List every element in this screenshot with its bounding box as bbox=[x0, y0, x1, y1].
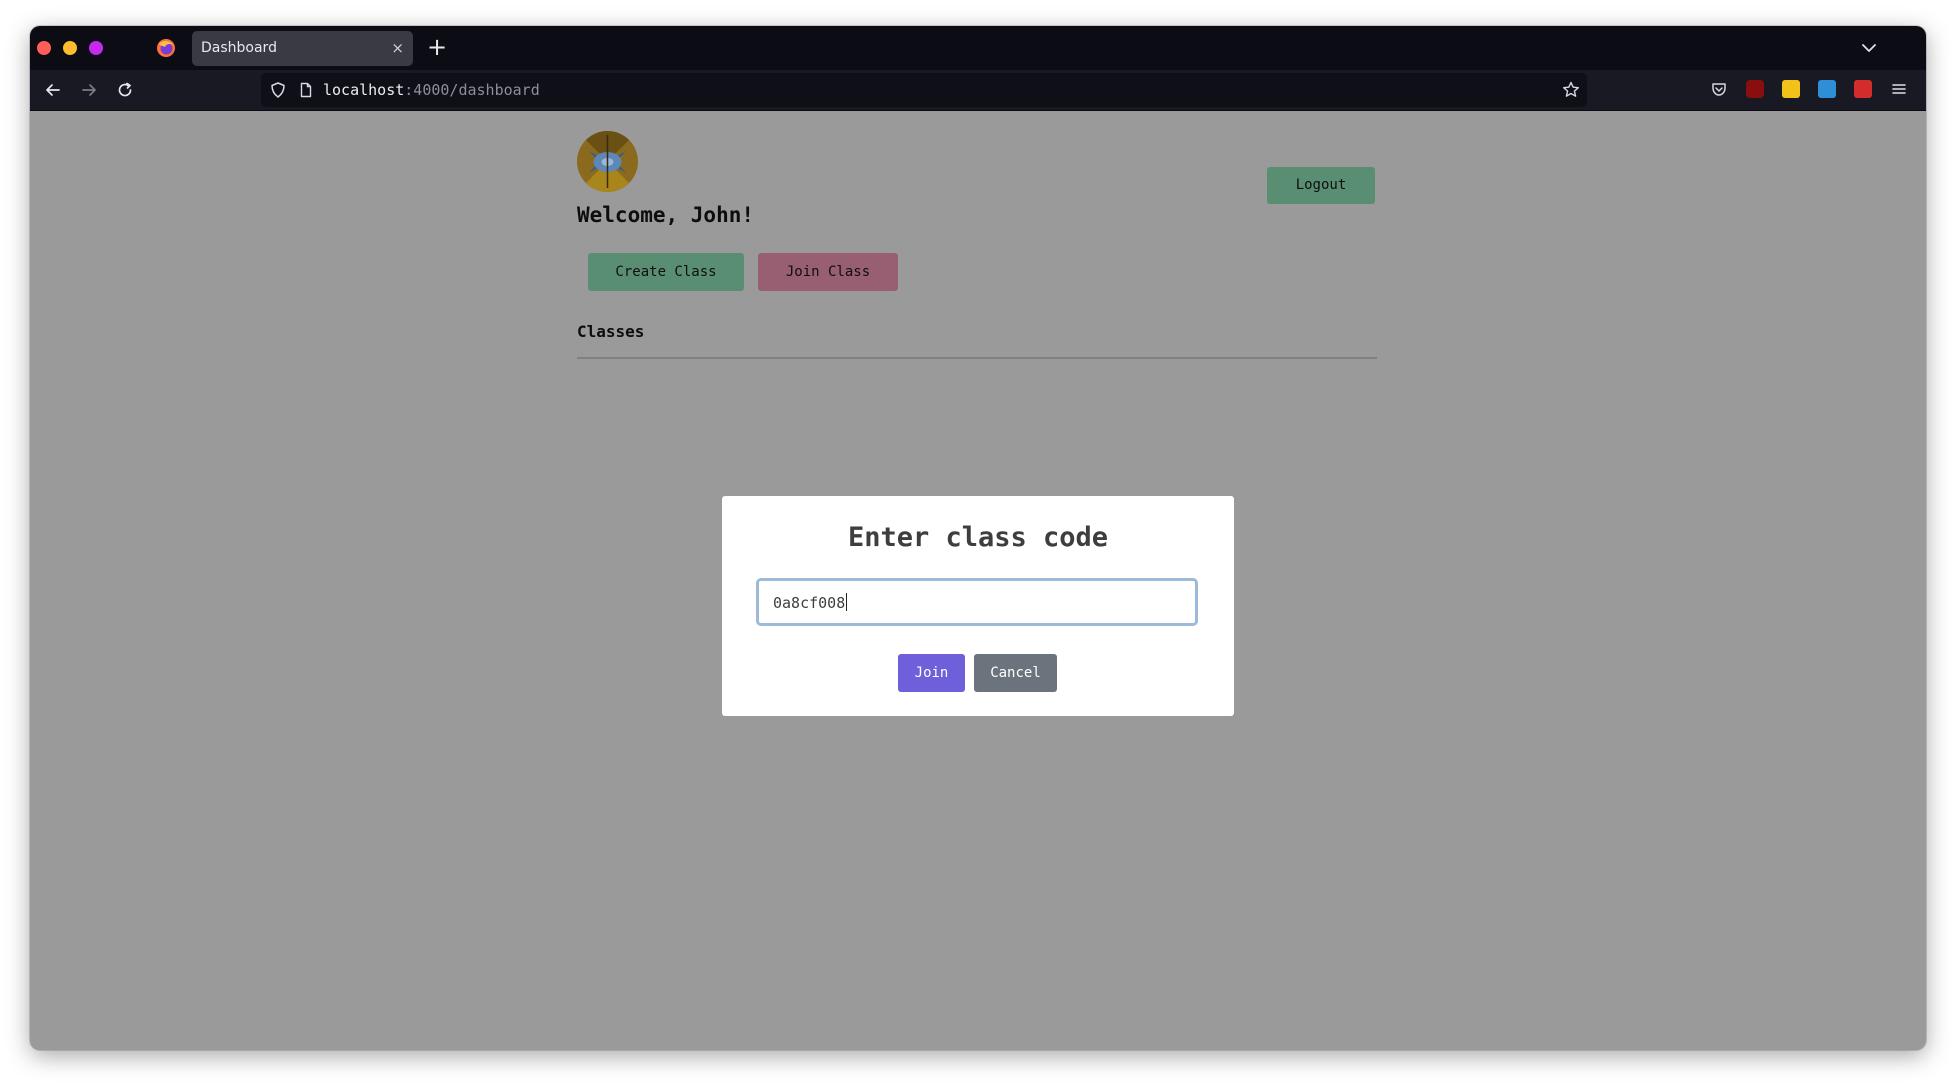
pocket-icon[interactable] bbox=[1710, 80, 1728, 98]
firefox-logo bbox=[157, 39, 175, 57]
create-class-button[interactable]: Create Class bbox=[588, 253, 744, 291]
class-code-value[interactable]: 0a8cf008 bbox=[773, 593, 848, 612]
avatar-image bbox=[577, 131, 638, 192]
classes-divider bbox=[577, 357, 1377, 359]
browser-window: Dashboard × + localhost:4000/dashboard W… bbox=[30, 26, 1926, 1050]
classes-heading: Classes bbox=[577, 322, 645, 341]
menu-icon[interactable] bbox=[1890, 80, 1908, 98]
url-text[interactable]: localhost:4000/dashboard bbox=[323, 81, 540, 99]
ublock-icon[interactable] bbox=[1746, 80, 1764, 98]
cancel-button[interactable]: Cancel bbox=[974, 654, 1057, 692]
tab-list-chevron-icon[interactable] bbox=[1859, 38, 1879, 58]
text-caret bbox=[846, 593, 848, 611]
dashboard-page: Welcome, John! Logout Create Class Join … bbox=[30, 111, 1926, 1050]
tab-close-icon[interactable]: × bbox=[391, 38, 404, 58]
modal-title: Enter class code bbox=[847, 522, 1109, 553]
join-button[interactable]: Join bbox=[898, 654, 965, 692]
logout-button[interactable]: Logout bbox=[1267, 167, 1375, 204]
url-path: :4000/dashboard bbox=[404, 81, 540, 99]
extension-red-icon[interactable] bbox=[1854, 80, 1872, 98]
welcome-heading: Welcome, John! bbox=[577, 203, 755, 227]
tab-title: Dashboard bbox=[201, 40, 277, 56]
extension-icon[interactable] bbox=[1782, 80, 1800, 98]
reload-icon[interactable] bbox=[114, 79, 136, 101]
bookmark-star-icon[interactable] bbox=[1561, 80, 1581, 100]
url-bar[interactable]: localhost:4000/dashboard bbox=[261, 73, 1587, 107]
new-tab-button[interactable]: + bbox=[427, 34, 447, 60]
window-minimize-button[interactable] bbox=[63, 41, 77, 55]
shield-icon[interactable] bbox=[269, 81, 287, 99]
tab-dashboard[interactable]: Dashboard × bbox=[192, 31, 413, 66]
forward-icon[interactable] bbox=[78, 79, 100, 101]
page-icon[interactable] bbox=[297, 81, 315, 99]
tab-strip: Dashboard × + bbox=[30, 26, 1926, 70]
window-maximize-button[interactable] bbox=[89, 41, 103, 55]
join-class-button[interactable]: Join Class bbox=[758, 253, 898, 291]
navigation-toolbar: localhost:4000/dashboard bbox=[30, 70, 1926, 111]
join-class-modal: Enter class code 0a8cf008 Join Cancel bbox=[722, 496, 1234, 716]
extension-badge-icon[interactable] bbox=[1818, 80, 1836, 98]
window-close-button[interactable] bbox=[37, 41, 51, 55]
back-icon[interactable] bbox=[42, 79, 64, 101]
url-host: localhost bbox=[323, 81, 405, 99]
avatar bbox=[577, 131, 638, 192]
class-code-text: 0a8cf008 bbox=[773, 594, 846, 612]
class-code-input[interactable]: 0a8cf008 bbox=[756, 578, 1198, 626]
